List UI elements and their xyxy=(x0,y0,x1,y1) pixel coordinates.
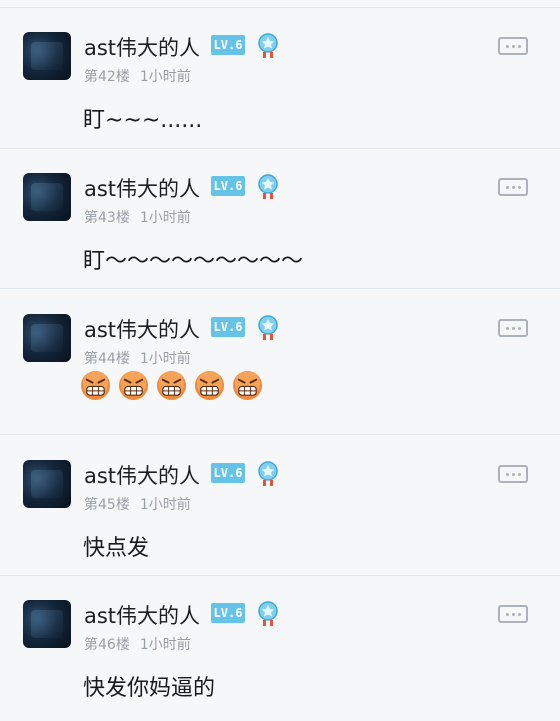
more-options-icon[interactable] xyxy=(498,465,528,483)
reply-post: ast伟大的人 LV.6 第44楼 1小时前 xyxy=(0,282,560,434)
grinning-angry-emoji xyxy=(232,370,263,401)
reply-post: ast伟大的人 LV.6 第43楼 1小时前 盯～～～～～～～～～ xyxy=(0,141,560,288)
post-time: 1小时前 xyxy=(139,497,191,513)
username[interactable]: ast伟大的人 xyxy=(84,600,200,630)
username[interactable]: ast伟大的人 xyxy=(84,460,200,490)
floor-number: 第42楼 xyxy=(84,69,130,85)
post-meta: 第45楼 1小时前 xyxy=(84,494,191,514)
emoji-row xyxy=(80,370,270,404)
avatar[interactable] xyxy=(23,600,71,648)
level-badge: LV.6 xyxy=(211,317,245,337)
more-options-icon[interactable] xyxy=(498,319,528,337)
floor-number: 第46楼 xyxy=(84,637,130,653)
more-options-icon[interactable] xyxy=(498,178,528,196)
avatar[interactable] xyxy=(23,314,71,362)
reply-post: ast伟大的人 LV.6 第46楼 1小时前 快发你妈逼的 xyxy=(0,568,560,721)
level-badge: LV.6 xyxy=(211,603,245,623)
level-badge: LV.6 xyxy=(211,35,245,55)
medal-icon xyxy=(258,461,278,486)
floor-number: 第44楼 xyxy=(84,351,130,367)
reply-feed: ast伟大的人 LV.6 第42楼 1小时前 盯~~~...... ast伟大的人… xyxy=(0,0,560,721)
username[interactable]: ast伟大的人 xyxy=(84,173,200,203)
reply-post: ast伟大的人 LV.6 第45楼 1小时前 快点发 xyxy=(0,428,560,575)
reply-post: ast伟大的人 LV.6 第42楼 1小时前 盯~~~...... xyxy=(0,0,560,148)
more-options-icon[interactable] xyxy=(498,37,528,55)
grinning-angry-emoji xyxy=(118,370,149,401)
post-meta: 第46楼 1小时前 xyxy=(84,634,191,654)
medal-icon xyxy=(258,33,278,58)
post-content: 盯~~~...... xyxy=(83,108,203,133)
post-content: 快点发 xyxy=(83,536,150,561)
medal-icon xyxy=(258,601,278,626)
post-time: 1小时前 xyxy=(139,637,191,653)
post-meta: 第44楼 1小时前 xyxy=(84,348,191,368)
grinning-angry-emoji xyxy=(156,370,187,401)
floor-number: 第43楼 xyxy=(84,210,130,226)
username[interactable]: ast伟大的人 xyxy=(84,314,200,344)
grinning-angry-emoji xyxy=(80,370,111,401)
post-time: 1小时前 xyxy=(139,210,191,226)
avatar[interactable] xyxy=(23,460,71,508)
level-badge: LV.6 xyxy=(211,463,245,483)
post-time: 1小时前 xyxy=(139,69,191,85)
post-meta: 第43楼 1小时前 xyxy=(84,207,191,227)
username[interactable]: ast伟大的人 xyxy=(84,32,200,62)
medal-icon xyxy=(258,315,278,340)
avatar[interactable] xyxy=(23,173,71,221)
avatar[interactable] xyxy=(23,32,71,80)
more-options-icon[interactable] xyxy=(498,605,528,623)
level-badge: LV.6 xyxy=(211,176,245,196)
post-meta: 第42楼 1小时前 xyxy=(84,66,191,86)
floor-number: 第45楼 xyxy=(84,497,130,513)
post-content: 盯～～～～～～～～～ xyxy=(83,249,304,274)
post-content: 快发你妈逼的 xyxy=(83,676,216,701)
grinning-angry-emoji xyxy=(194,370,225,401)
post-time: 1小时前 xyxy=(139,351,191,367)
medal-icon xyxy=(258,174,278,199)
